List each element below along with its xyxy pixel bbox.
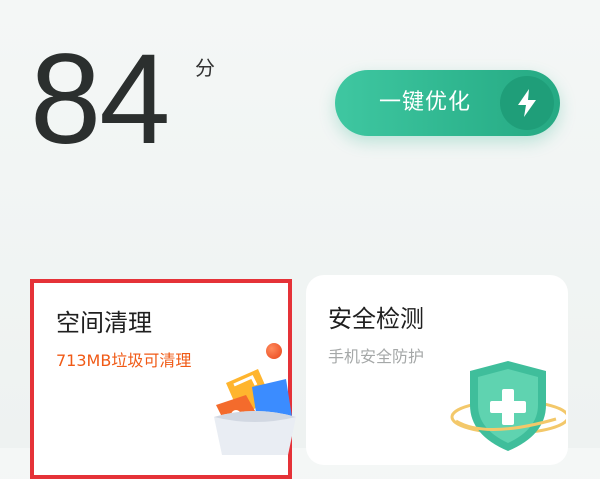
optimize-button-label: 一键优化 xyxy=(379,90,472,115)
trash-bin-icon xyxy=(212,365,298,459)
security-check-title: 安全检测 xyxy=(328,305,424,333)
security-check-subtitle: 手机安全防护 xyxy=(328,347,425,366)
one-click-optimize-button[interactable]: 一键优化 xyxy=(335,70,560,136)
space-clean-card[interactable]: 空间清理 713MB垃圾可清理 xyxy=(30,279,296,479)
bolt-icon xyxy=(500,76,554,130)
space-clean-subtitle: 713MB垃圾可清理 xyxy=(56,351,192,370)
notification-dot xyxy=(266,343,282,359)
shield-icon xyxy=(446,355,570,455)
security-check-card[interactable]: 安全检测 手机安全防护 xyxy=(306,275,570,465)
space-clean-title: 空间清理 xyxy=(56,309,152,337)
score-unit: 分 xyxy=(195,56,215,80)
score-value: 84 xyxy=(30,28,170,171)
